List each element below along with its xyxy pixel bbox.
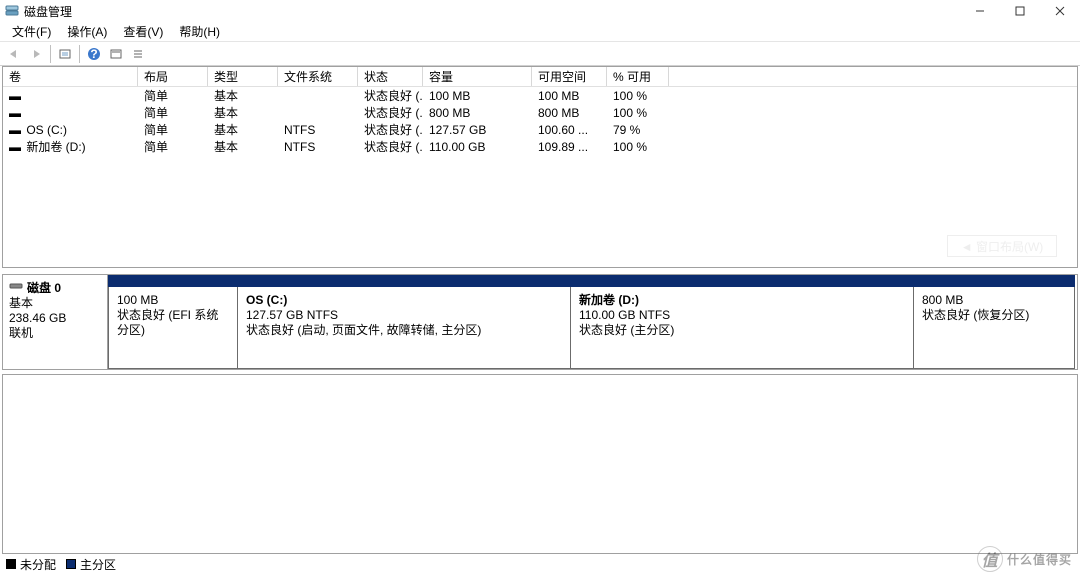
col-status[interactable]: 状态 bbox=[358, 67, 423, 86]
partition-cell[interactable]: 100 MB状态良好 (EFI 系统分区) bbox=[108, 287, 238, 369]
legend-unalloc-label: 未分配 bbox=[20, 556, 56, 573]
back-button bbox=[4, 44, 24, 64]
col-free[interactable]: 可用空间 bbox=[532, 67, 607, 86]
partition-header-stripe bbox=[571, 275, 914, 287]
disk-info[interactable]: 磁盘 0 基本 238.46 GB 联机 bbox=[3, 275, 108, 369]
partition-row: 100 MB状态良好 (EFI 系统分区)OS (C:)127.57 GB NT… bbox=[108, 275, 1077, 369]
volume-list-pane: 卷 布局 类型 文件系统 状态 容量 可用空间 % 可用 ▬ 简单基本状态良好 … bbox=[2, 66, 1078, 268]
disk-kind: 基本 bbox=[9, 296, 101, 311]
titlebar: 磁盘管理 bbox=[0, 0, 1080, 22]
col-spacer bbox=[669, 67, 1077, 86]
app-icon bbox=[4, 3, 20, 19]
partition-header-stripe bbox=[914, 275, 1075, 287]
volume-body[interactable]: ▬ 简单基本状态良好 (...100 MB100 MB100 %▬ 简单基本状态… bbox=[3, 87, 1077, 267]
col-capacity[interactable]: 容量 bbox=[423, 67, 532, 86]
toolbar-separator bbox=[79, 45, 80, 63]
col-filesystem[interactable]: 文件系统 bbox=[278, 67, 358, 86]
disk-size: 238.46 GB bbox=[9, 311, 101, 326]
volume-row[interactable]: ▬ 简单基本状态良好 (...100 MB100 MB100 % bbox=[3, 87, 1077, 104]
maximize-button[interactable] bbox=[1000, 0, 1040, 22]
window-controls bbox=[960, 0, 1080, 22]
col-percent[interactable]: % 可用 bbox=[607, 67, 669, 86]
partition-cell[interactable]: OS (C:)127.57 GB NTFS状态良好 (启动, 页面文件, 故障转… bbox=[238, 287, 571, 369]
partition-cell[interactable]: 新加卷 (D:)110.00 GB NTFS状态良好 (主分区) bbox=[571, 287, 914, 369]
disk-state: 联机 bbox=[9, 326, 101, 341]
legend-primary: 主分区 bbox=[66, 556, 116, 573]
help-button[interactable]: ? bbox=[84, 44, 104, 64]
swatch-black bbox=[6, 559, 16, 569]
svg-text:?: ? bbox=[90, 47, 97, 61]
list-button[interactable] bbox=[128, 44, 148, 64]
partition-header-stripe bbox=[238, 275, 571, 287]
disk-title: 磁盘 0 bbox=[27, 279, 61, 296]
col-type[interactable]: 类型 bbox=[208, 67, 278, 86]
volume-row[interactable]: ▬ 新加卷 (D:)简单基本NTFS状态良好 (...110.00 GB109.… bbox=[3, 138, 1077, 155]
menubar: 文件(F) 操作(A) 查看(V) 帮助(H) bbox=[0, 22, 1080, 42]
layout-hint-button: ◄ 窗口布局(W) bbox=[947, 235, 1057, 257]
partition-cell[interactable]: 800 MB状态良好 (恢复分区) bbox=[914, 287, 1075, 369]
forward-button bbox=[26, 44, 46, 64]
up-button[interactable] bbox=[55, 44, 75, 64]
toolbar: ? bbox=[0, 42, 1080, 66]
disk-icon bbox=[9, 280, 23, 295]
volume-header: 卷 布局 类型 文件系统 状态 容量 可用空间 % 可用 bbox=[3, 67, 1077, 87]
col-volume[interactable]: 卷 bbox=[3, 67, 138, 86]
minimize-button[interactable] bbox=[960, 0, 1000, 22]
menu-help[interactable]: 帮助(H) bbox=[171, 21, 228, 42]
partition-header-stripe bbox=[108, 275, 238, 287]
menu-view[interactable]: 查看(V) bbox=[115, 21, 171, 42]
menu-action[interactable]: 操作(A) bbox=[59, 21, 115, 42]
menu-file[interactable]: 文件(F) bbox=[4, 21, 59, 42]
volume-row[interactable]: ▬ OS (C:)简单基本NTFS状态良好 (...127.57 GB100.6… bbox=[3, 121, 1077, 138]
watermark: 值 什么值得买 bbox=[977, 546, 1072, 572]
disk-graphic-pane: 磁盘 0 基本 238.46 GB 联机 100 MB状态良好 (EFI 系统分… bbox=[2, 274, 1078, 370]
empty-pane bbox=[2, 374, 1078, 554]
legend-primary-label: 主分区 bbox=[80, 556, 116, 573]
watermark-icon: 值 bbox=[977, 546, 1003, 572]
close-button[interactable] bbox=[1040, 0, 1080, 22]
window-title: 磁盘管理 bbox=[24, 3, 960, 20]
volume-row[interactable]: ▬ 简单基本状态良好 (...800 MB800 MB100 % bbox=[3, 104, 1077, 121]
legend: 未分配 主分区 值 什么值得买 bbox=[0, 554, 1080, 574]
col-layout[interactable]: 布局 bbox=[138, 67, 208, 86]
legend-unallocated: 未分配 bbox=[6, 556, 56, 573]
swatch-blue bbox=[66, 559, 76, 569]
action-button[interactable] bbox=[106, 44, 126, 64]
watermark-text: 什么值得买 bbox=[1007, 551, 1072, 568]
toolbar-separator bbox=[50, 45, 51, 63]
